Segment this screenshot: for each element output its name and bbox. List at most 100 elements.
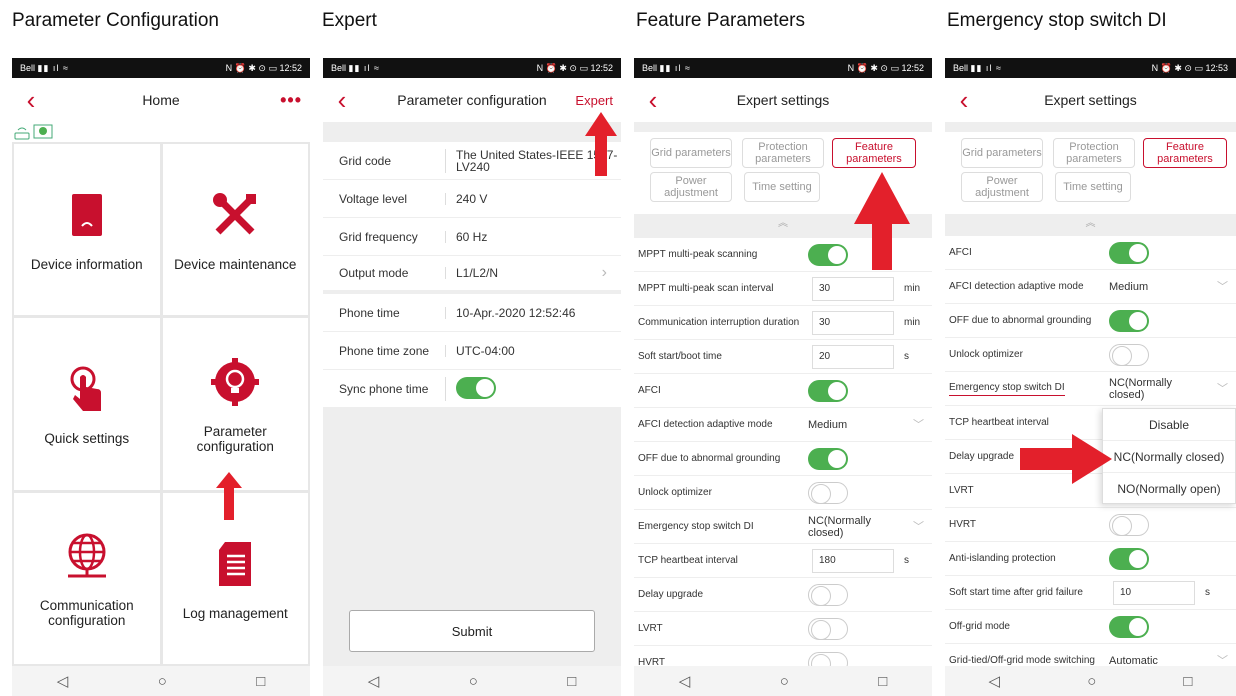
tile-parameter-configuration[interactable]: Parameter configuration — [162, 318, 308, 490]
row-label: TCP heartbeat interval — [638, 555, 738, 566]
tile-label: Parameter configuration — [196, 423, 274, 454]
toggle-unlock-optimizer[interactable] — [808, 481, 848, 504]
emergency-stop-dropdown: Disable NC(Normally closed) NO(Normally … — [1102, 408, 1236, 504]
row-label: Unlock optimizer — [638, 487, 712, 498]
nav-home-icon[interactable]: ○ — [1087, 673, 1096, 690]
row-label: OFF due to abnormal grounding — [949, 315, 1092, 326]
row-afci-mode[interactable]: AFCI detection adaptive mode Medium ﹀ — [634, 408, 932, 442]
row-emergency-stop[interactable]: Emergency stop switch DI NC(Normally clos… — [634, 510, 932, 544]
nav-recent-icon[interactable]: □ — [1183, 673, 1192, 690]
row-value: L1/L2/N — [445, 267, 602, 279]
row-value: 60 Hz — [445, 230, 621, 243]
tile-quick-settings[interactable]: Quick settings — [14, 318, 160, 490]
toggle-mppt-scanning[interactable] — [808, 243, 848, 266]
row-value: 10-Apr.-2020 12:52:46 — [445, 306, 621, 319]
touch-icon — [67, 361, 107, 417]
tile-label: Device maintenance — [174, 257, 297, 273]
row-afci: AFCI — [634, 374, 932, 408]
row-output-mode[interactable]: Output mode L1/L2/N › — [323, 256, 621, 294]
home-grid: Device information Device maintenance Qu… — [12, 142, 310, 666]
tile-device-maintenance[interactable]: Device maintenance — [162, 144, 308, 316]
tab-time-setting[interactable]: Time setting — [1055, 172, 1131, 202]
select-value: NC(Normally closed) — [1109, 376, 1172, 401]
caption-emergency-stop: Emergency stop switch DI — [947, 10, 1167, 31]
tile-communication-configuration[interactable]: Communication configuration — [14, 492, 160, 664]
tab-group: Grid parameters Protection parameters Fe… — [945, 122, 1236, 214]
row-label: TCP heartbeat interval — [949, 417, 1049, 428]
nav-home-icon[interactable]: ○ — [780, 673, 789, 690]
chevron-right-icon: › — [601, 264, 607, 281]
status-bar: Bell ▮▮ ıl ≈ N ⏰ ✱ ⊙ ▭ 12:52 — [12, 58, 310, 78]
nav-recent-icon[interactable]: □ — [256, 673, 265, 690]
nav-back-icon[interactable]: ◁ — [368, 672, 380, 690]
toggle-grounding[interactable] — [1109, 309, 1149, 332]
row-mode-switching[interactable]: Grid-tied/Off-grid mode switching Automat… — [945, 644, 1236, 667]
nav-recent-icon[interactable]: □ — [878, 673, 887, 690]
row-label: AFCI detection adaptive mode — [949, 281, 1084, 292]
status-bar: Bell ▮▮ ıl ≈ N ⏰ ✱ ⊙ ▭ 12:53 — [945, 58, 1236, 78]
toggle-off-grid-mode[interactable] — [1109, 615, 1149, 638]
status-bar: Bell ▮▮ ıl ≈ N ⏰ ✱ ⊙ ▭ 12:52 — [323, 58, 621, 78]
row-grid-frequency[interactable]: Grid frequency 60 Hz — [323, 218, 621, 256]
tab-protection-parameters[interactable]: Protection parameters — [1053, 138, 1135, 168]
toggle-hvrt[interactable] — [808, 651, 848, 666]
nav-back-icon[interactable]: ◁ — [57, 672, 69, 690]
status-right: N ⏰ ✱ ⊙ ▭ 12:52 — [536, 62, 613, 73]
tab-protection-parameters[interactable]: Protection parameters — [742, 138, 824, 168]
row-emergency-stop[interactable]: Emergency stop switch DI NC(Normally clos… — [945, 372, 1236, 406]
collapse-chevron-icon[interactable]: ︽ — [945, 214, 1236, 236]
caption-parameter-configuration: Parameter Configuration — [12, 10, 219, 31]
row-label: Unlock optimizer — [949, 349, 1023, 360]
option-normally-open[interactable]: NO(Normally open) — [1103, 473, 1235, 505]
select-value: Medium — [1109, 280, 1149, 293]
annotation-arrow-up — [585, 112, 617, 176]
row-label: Soft start/boot time — [638, 351, 722, 362]
row-grid-code[interactable]: Grid code The United States-IEEE 1547-LV2… — [323, 142, 621, 180]
tile-device-information[interactable]: Device information — [14, 144, 160, 316]
row-hvrt: HVRT — [945, 508, 1236, 542]
input-scan-interval[interactable]: 30 — [812, 276, 894, 301]
toggle-afci[interactable] — [1109, 241, 1149, 264]
nav-home-icon[interactable]: ○ — [469, 673, 478, 690]
toggle-lvrt[interactable] — [808, 617, 848, 640]
tab-power-adjustment[interactable]: Power adjustment — [650, 172, 732, 202]
nav-back-icon[interactable]: ◁ — [989, 672, 1001, 690]
tab-time-setting[interactable]: Time setting — [744, 172, 820, 202]
page-title: Home — [142, 92, 180, 108]
toggle-hvrt[interactable] — [1109, 513, 1149, 536]
row-afci-mode[interactable]: AFCI detection adaptive mode Medium ﹀ — [945, 270, 1236, 304]
nav-back-icon[interactable]: ◁ — [679, 672, 691, 690]
row-voltage-level[interactable]: Voltage level 240 V — [323, 180, 621, 218]
toggle-anti-islanding[interactable] — [1109, 547, 1149, 570]
globe-icon — [64, 528, 110, 584]
nav-bar: ◁ ○ □ — [323, 666, 621, 696]
input-soft-start-grid-failure[interactable]: 10 — [1113, 580, 1195, 605]
tab-grid-parameters[interactable]: Grid parameters — [650, 138, 732, 168]
option-disable[interactable]: Disable — [1103, 409, 1235, 441]
carrier-text: Bell ▮▮ ıl ≈ — [642, 62, 691, 73]
row-label: Delay upgrade — [638, 589, 704, 600]
nav-recent-icon[interactable]: □ — [567, 673, 576, 690]
tab-grid-parameters[interactable]: Grid parameters — [961, 138, 1043, 168]
sync-phone-time-toggle[interactable] — [456, 376, 496, 399]
row-value: 240 V — [445, 192, 621, 205]
toggle-grounding[interactable] — [808, 447, 848, 470]
input-tcp-heartbeat[interactable]: 180 — [812, 548, 894, 573]
app-bar: ‹ Home ••• — [12, 78, 310, 122]
submit-button[interactable]: Submit — [349, 610, 595, 652]
more-icon[interactable]: ••• — [280, 90, 302, 111]
expert-link[interactable]: Expert — [575, 93, 613, 108]
row-label: Emergency stop switch DI — [638, 521, 754, 532]
row-label: Phone time zone — [339, 343, 430, 358]
option-normally-closed[interactable]: NC(Normally closed) — [1103, 441, 1235, 473]
toggle-unlock-optimizer[interactable] — [1109, 343, 1149, 366]
nav-home-icon[interactable]: ○ — [158, 673, 167, 690]
toggle-delay-upgrade[interactable] — [808, 583, 848, 606]
row-label: HVRT — [638, 657, 666, 666]
tab-feature-parameters[interactable]: Feature parameters — [1143, 138, 1227, 168]
tab-feature-parameters[interactable]: Feature parameters — [832, 138, 916, 168]
toggle-afci[interactable] — [808, 379, 848, 402]
input-soft-start[interactable]: 20 — [812, 344, 894, 369]
tab-power-adjustment[interactable]: Power adjustment — [961, 172, 1043, 202]
input-comm-interruption[interactable]: 30 — [812, 310, 894, 335]
